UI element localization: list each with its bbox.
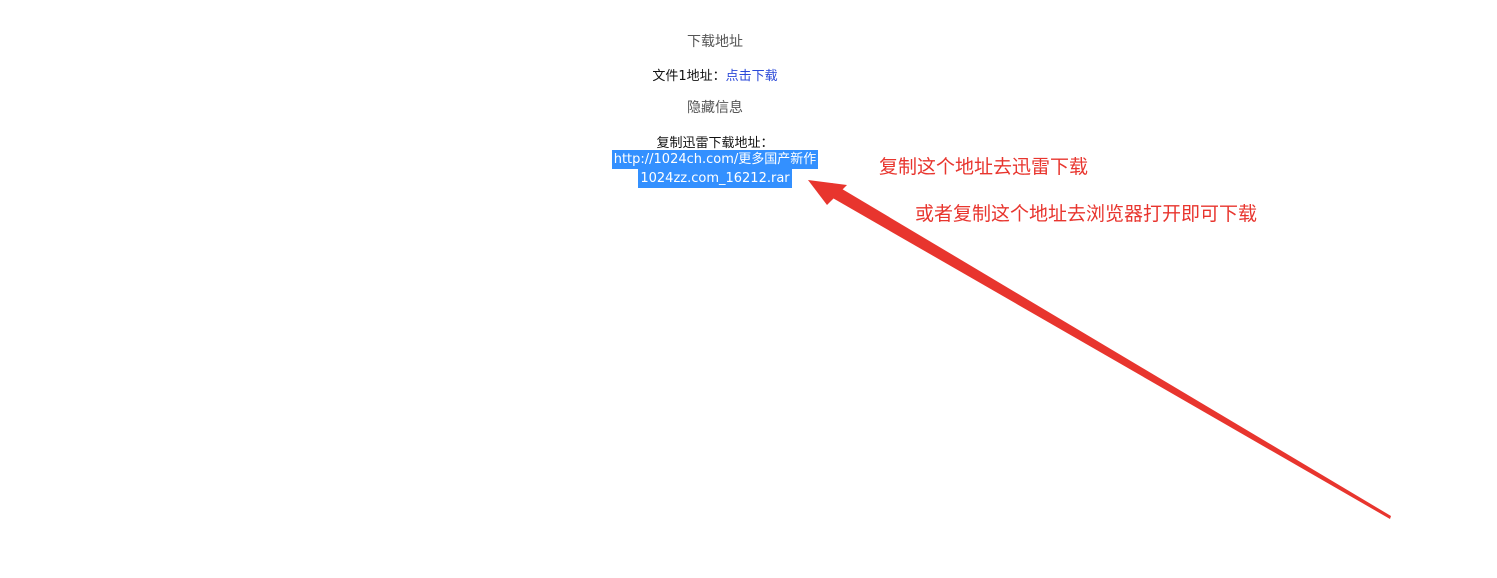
file1-row: 文件1地址：点击下载 bbox=[565, 65, 865, 84]
file1-label: 文件1地址： bbox=[652, 69, 726, 84]
page: 下载地址 文件1地址：点击下载 隐藏信息 复制迅雷下载地址： http://10… bbox=[0, 0, 1497, 578]
thunder-download-label: 复制迅雷下载地址： bbox=[656, 136, 774, 151]
annotation-copy-to-thunder: 复制这个地址去迅雷下载 bbox=[879, 156, 1089, 178]
hidden-info-heading: 隐藏信息 bbox=[687, 100, 743, 116]
thunder-url-line-1[interactable]: http://1024ch.com/更多国产新作 bbox=[611, 150, 819, 169]
thunder-url-line-2[interactable]: 1024zz.com_16212.rar bbox=[638, 169, 792, 188]
file1-download-link[interactable]: 点击下载 bbox=[726, 69, 778, 84]
annotation-arrow bbox=[808, 180, 1391, 519]
thunder-url-selection[interactable]: http://1024ch.com/更多国产新作 1024zz.com_1621… bbox=[565, 150, 865, 188]
download-section-heading: 下载地址 bbox=[687, 34, 743, 50]
arrow-shaft bbox=[824, 183, 1391, 519]
annotation-copy-to-browser: 或者复制这个地址去浏览器打开即可下载 bbox=[915, 203, 1258, 225]
